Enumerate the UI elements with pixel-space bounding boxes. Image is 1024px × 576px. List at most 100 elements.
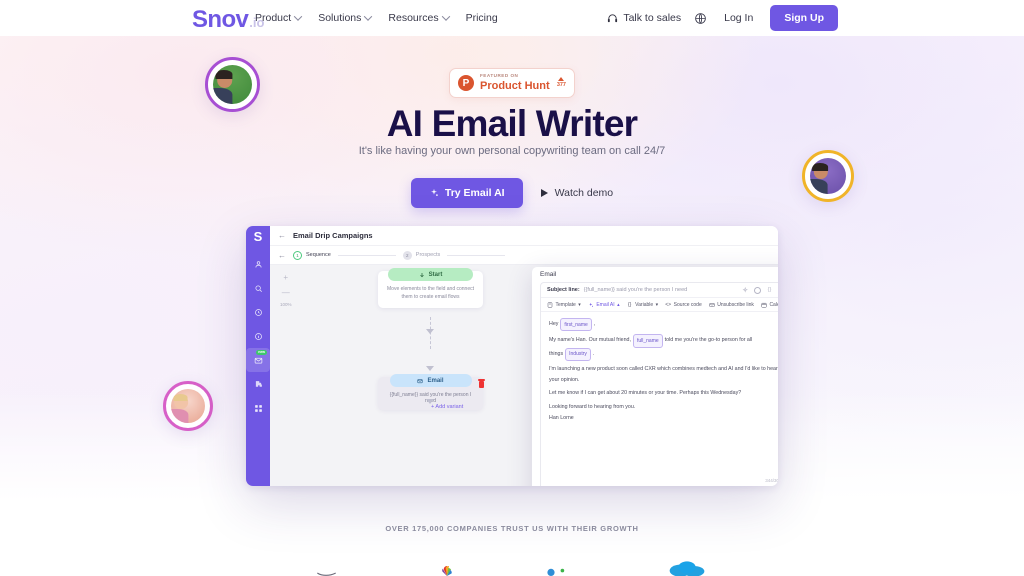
step-sequence[interactable]: 1 Sequence: [293, 250, 331, 260]
nav-label: Pricing: [465, 12, 498, 24]
mail-new-badge: new: [256, 349, 267, 355]
start-description: Move elements to the field and connect t…: [387, 286, 474, 300]
step-number: 1: [293, 250, 302, 260]
avatar-body: [171, 408, 188, 423]
variable-first-name[interactable]: first_name: [560, 318, 592, 332]
watch-demo-button[interactable]: Watch demo: [540, 178, 614, 208]
email-node-label: Email: [427, 377, 444, 384]
login-link[interactable]: Log In: [720, 12, 757, 24]
sparkle-icon-svg: [589, 302, 593, 307]
braces-icon[interactable]: {}: [766, 287, 773, 294]
watch-demo-label: Watch demo: [554, 187, 614, 199]
text: told me you're the go-to person for all: [664, 337, 753, 344]
info-icon: [254, 332, 262, 340]
email-body-editor[interactable]: Hey first_name , My name's Han. Our mutu…: [541, 312, 778, 486]
toolbar-template-button[interactable]: Template ▾: [547, 302, 581, 308]
flow-canvas[interactable]: + — 100% Start Move elements to the fiel…: [270, 265, 778, 486]
email-line-industry: things Industry .: [549, 347, 778, 361]
avatar-body: [213, 87, 233, 104]
target-icon: [254, 308, 262, 316]
flow-node-start[interactable]: Start Move elements to the field and con…: [378, 268, 483, 308]
variable-full-name[interactable]: full_name: [632, 334, 663, 348]
toolbar-calendly-link-button[interactable]: Calendly link: [761, 302, 778, 308]
template-icon: [547, 302, 553, 308]
hubspot-logo-svg: [547, 568, 565, 576]
back-arrow-icon[interactable]: ←: [278, 231, 286, 240]
variable-industry[interactable]: Industry: [565, 347, 591, 361]
amazon-logo-svg: [317, 572, 336, 576]
hubspot-logo: [545, 556, 575, 576]
subject-line-input[interactable]: {{full_name}} said you're the person I n…: [584, 287, 738, 293]
code-icon: <>: [665, 301, 672, 308]
toolbar-source-code-button[interactable]: <> Source code: [665, 302, 702, 308]
toolbar-unsubscribe-link-button[interactable]: Unsubscribe link: [709, 302, 754, 308]
calendar-icon: [761, 302, 767, 308]
start-pill: Start: [388, 268, 473, 281]
sidebar-item-user[interactable]: [246, 252, 270, 276]
unsubscribe-icon: [709, 302, 715, 308]
chevron-down-icon: [293, 12, 303, 21]
avatar-hair: [812, 163, 828, 171]
nav-item-solutions[interactable]: Solutions: [318, 12, 373, 24]
chevron-up-icon: ▴: [617, 301, 620, 308]
steps-back-arrow-icon[interactable]: ←: [278, 251, 286, 260]
delete-node-icon[interactable]: [478, 379, 485, 388]
product-hunt-name: Product Hunt: [480, 79, 550, 92]
product-hunt-icon: P: [458, 75, 474, 91]
product-hunt-badge[interactable]: P FEATURED ON Product Hunt 377: [449, 68, 575, 98]
editor-title: Email: [540, 271, 557, 278]
subject-line-row[interactable]: Subject line: {{full_name}} said you're …: [541, 283, 778, 298]
product-screenshot: S new ← Email Drip Campaigns ← 1 Sequenc…: [246, 226, 778, 486]
email-line-intro: My name's Han. Our mutual friend, full_n…: [549, 334, 778, 348]
nav-item-pricing[interactable]: Pricing: [466, 12, 498, 24]
upvote-count: 377: [556, 82, 566, 89]
avatar-image: [213, 65, 252, 104]
sparkle-icon[interactable]: [742, 286, 749, 294]
braces-icon: {}: [628, 301, 632, 308]
try-email-ai-button[interactable]: Try Email AI: [410, 178, 523, 208]
character-counter: 344/3000: [765, 478, 778, 483]
chevron-down-icon: [364, 12, 373, 21]
chevron-down-icon: [441, 12, 450, 21]
sidebar-item-mail[interactable]: new: [246, 348, 270, 372]
emoji-icon[interactable]: [754, 286, 761, 294]
main-navigation: Product Solutions Resources Pricing: [255, 0, 498, 36]
zoom-level: 100%: [280, 302, 292, 307]
talk-to-sales-link[interactable]: Talk to sales: [607, 12, 681, 24]
step-label: Sequence: [306, 252, 331, 258]
sidebar-item-info[interactable]: [246, 324, 270, 348]
email-line-signature: Han Lorne: [549, 415, 574, 422]
text: .: [592, 350, 595, 357]
toolbar-label: Unsubscribe link: [717, 301, 754, 308]
text: ,: [593, 321, 596, 328]
app-logo: S: [253, 229, 263, 244]
zoom-out-button[interactable]: —: [280, 288, 292, 297]
search-icon: [255, 285, 262, 292]
nav-item-resources[interactable]: Resources: [388, 12, 450, 24]
step-divider: [447, 254, 506, 256]
editor-header: Email ×: [532, 267, 778, 282]
try-email-ai-label: Try Email AI: [444, 187, 505, 199]
zoom-controls: + — 100%: [280, 273, 292, 307]
toolbar-email-ai-button[interactable]: Email AI ▴: [588, 302, 620, 308]
zoom-in-button[interactable]: +: [280, 273, 292, 282]
sidebar-item-target[interactable]: [246, 300, 270, 324]
flow-arrow-down-icon: [426, 366, 435, 372]
start-label: Start: [428, 271, 443, 278]
client-logos: [0, 556, 1024, 576]
language-selector[interactable]: [694, 12, 707, 25]
sidebar-item-search[interactable]: [246, 276, 270, 300]
product-hunt-text: FEATURED ON Product Hunt: [480, 74, 551, 92]
text: things: [549, 350, 564, 357]
upvote-counter[interactable]: 377: [557, 77, 566, 88]
add-variant-link[interactable]: + Add variant: [431, 404, 463, 410]
step-prospects[interactable]: 2 Prospects: [402, 250, 440, 260]
nav-item-product[interactable]: Product: [255, 12, 303, 24]
signup-button[interactable]: Sign Up: [770, 5, 838, 31]
toolbar-variable-button[interactable]: {} Variable ▾: [627, 301, 658, 308]
avatar-decorative-left: [163, 381, 213, 431]
snov-logo[interactable]: Snov .io: [192, 6, 264, 34]
toolbar-label: Email AI: [596, 301, 615, 308]
sidebar-item-puzzle[interactable]: [246, 372, 270, 396]
sidebar-item-grid[interactable]: [246, 396, 270, 420]
